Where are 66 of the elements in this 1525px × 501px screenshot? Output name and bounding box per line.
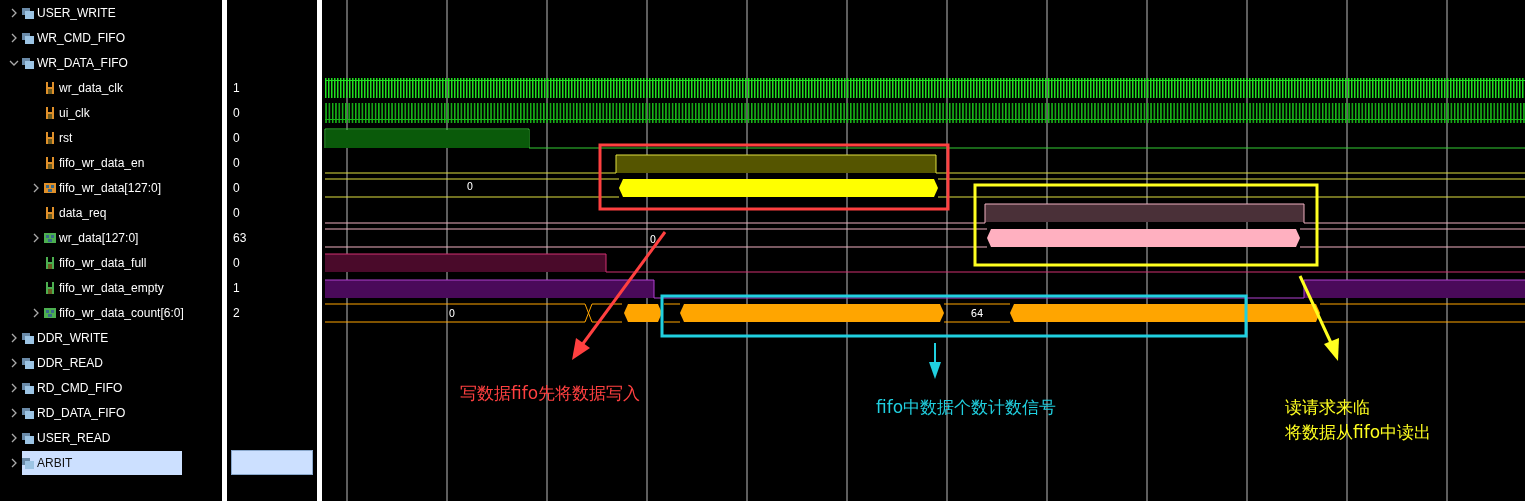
value-cell-text: 0 <box>232 255 240 270</box>
tree-item-label: fifo_wr_data_en <box>59 155 145 170</box>
tree-item-label: wr_data[127:0] <box>59 230 139 245</box>
group-icon <box>22 381 34 394</box>
tree-item[interactable]: DDR_WRITE <box>22 325 109 350</box>
tree-item[interactable]: ui_clk <box>44 100 90 125</box>
tree-item-label: ui_clk <box>59 105 90 120</box>
tree-item[interactable]: RD_CMD_FIFO <box>22 375 123 400</box>
tree-item[interactable]: rst <box>44 125 73 150</box>
tree-item-label: RD_CMD_FIFO <box>37 380 123 395</box>
tree-item-label: fifo_wr_data_count[6:0] <box>59 305 184 320</box>
bus-value: 0 <box>448 308 456 319</box>
value-cell-text: 0 <box>232 205 240 220</box>
tree-item[interactable]: RD_DATA_FIFO <box>22 400 126 425</box>
tree-item-label: data_req <box>59 205 107 220</box>
value-cell-text: 1 <box>232 280 240 295</box>
value-cell-text: 0 <box>232 130 240 145</box>
group-icon <box>22 6 34 19</box>
group-icon <box>22 31 34 44</box>
tree-item[interactable]: fifo_wr_data_full <box>44 250 147 275</box>
tree-item[interactable]: DDR_READ <box>22 350 103 375</box>
tree-item-label: USER_WRITE <box>37 5 116 20</box>
tree-item[interactable]: fifo_wr_data_empty <box>44 275 164 300</box>
value-cell-text: 0 <box>232 155 240 170</box>
tree-item[interactable]: WR_DATA_FIFO <box>22 50 128 75</box>
tree-item-label: rst <box>59 130 73 145</box>
tree-item[interactable]: wr_data[127:0] <box>44 225 139 250</box>
annotation-text: 写数据fifo先将数据写入 <box>460 383 641 403</box>
group-icon <box>22 431 34 444</box>
annotation-text: 读请求来临 <box>1285 397 1370 417</box>
bus-value: 64 <box>970 308 984 319</box>
tree-item[interactable]: fifo_wr_data_count[6:0] <box>44 300 184 325</box>
annotation-text: fifo中数据个数计数信号 <box>876 397 1057 417</box>
arrow <box>929 342 941 379</box>
tree-item-label: DDR_WRITE <box>37 330 109 345</box>
bus-value: 0 <box>649 234 657 245</box>
value-cell-text: 2 <box>232 305 240 320</box>
tree-item-label: ARBIT <box>37 455 73 470</box>
group-icon <box>22 456 34 469</box>
value-cell-text: 0 <box>232 180 240 195</box>
group-icon <box>22 356 34 369</box>
tree-item-label: RD_DATA_FIFO <box>37 405 126 420</box>
value-cell-text: 1 <box>232 80 240 95</box>
annotation-text: 将数据从fifo中读出 <box>1285 422 1432 442</box>
bus-value: 0 <box>466 181 474 192</box>
tree-item[interactable]: wr_data_clk <box>44 75 124 100</box>
tree-item-label: DDR_READ <box>37 355 103 370</box>
value-cell-text: 0 <box>232 105 240 120</box>
tree-item-label: fifo_wr_data[127:0] <box>59 180 162 195</box>
value-cell-text: 63 <box>232 230 247 245</box>
tree-item-label: WR_CMD_FIFO <box>37 30 125 45</box>
tree-item[interactable]: USER_READ <box>22 425 111 450</box>
tree-item-label: WR_DATA_FIFO <box>37 55 128 70</box>
tree-item[interactable]: fifo_wr_data[127:0] <box>44 175 162 200</box>
tree-item-label: USER_READ <box>37 430 111 445</box>
tree-item-label: fifo_wr_data_empty <box>59 280 164 295</box>
group-icon <box>22 331 34 344</box>
tree-item[interactable]: USER_WRITE <box>22 0 116 25</box>
tree-item-label: fifo_wr_data_full <box>59 255 147 270</box>
tree-item-label: wr_data_clk <box>59 80 124 95</box>
tree-item[interactable]: fifo_wr_data_en <box>44 150 145 175</box>
tree-item[interactable]: ARBIT <box>22 450 182 475</box>
group-icon <box>22 56 34 69</box>
group-icon <box>22 406 34 419</box>
tree-item[interactable]: WR_CMD_FIFO <box>22 25 125 50</box>
tree-item[interactable]: data_req <box>44 200 107 225</box>
